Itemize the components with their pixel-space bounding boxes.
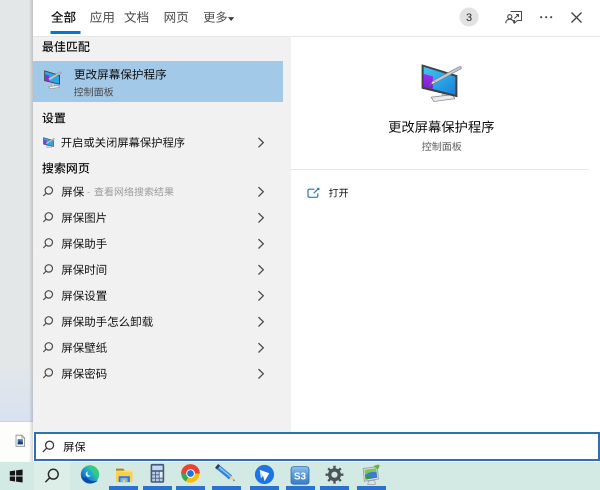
svg-text:3: 3 <box>466 12 472 24</box>
svg-text:S3: S3 <box>294 471 307 482</box>
